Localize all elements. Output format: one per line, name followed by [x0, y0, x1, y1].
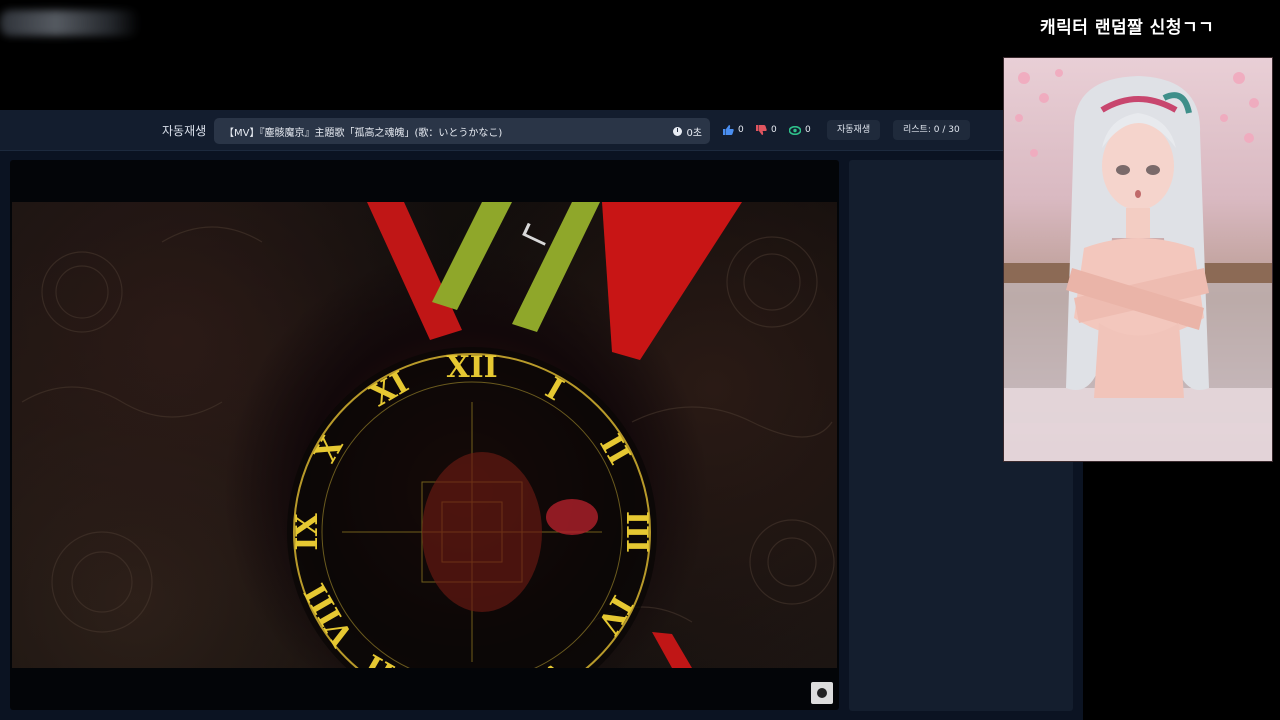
video-frame: ᄂ IIIIIIIVVVIVIIVIIIIXXXIXII	[12, 202, 837, 668]
character-image	[1003, 57, 1273, 462]
views-counter: 0	[789, 125, 811, 135]
anime-character-illustration	[1004, 69, 1272, 461]
music-video-still: ᄂ IIIIIIIVVVIVIIVIIIIXXXIXII	[21, 202, 835, 668]
dislike-counter[interactable]: 0	[756, 125, 777, 135]
channel-logo-blurred	[0, 10, 140, 36]
clock-icon	[673, 127, 683, 136]
clock-numeral: IX	[290, 513, 325, 551]
views-count: 0	[805, 125, 811, 135]
player-topbar: 자동재생 【MV】『塵骸魔京』主題歌「孤高之魂魄」(歌：いとうかなこ) 0초 0…	[0, 110, 1083, 151]
video-source-badge[interactable]	[811, 682, 833, 704]
clock-numeral: XII	[446, 350, 497, 385]
like-count: 0	[738, 125, 744, 135]
track-title: 【MV】『塵骸魔京』主題歌「孤高之魂魄」(歌：いとうかなこ)	[224, 128, 503, 139]
playlist-count-button[interactable]: 리스트: 0 / 30	[893, 120, 970, 140]
thumbs-down-icon	[756, 125, 767, 135]
eye-icon	[789, 125, 801, 135]
like-counter[interactable]: 0	[723, 125, 744, 135]
clock-numeral: III	[619, 511, 654, 553]
video-player[interactable]: ᄂ IIIIIIIVVVIVIIVIIIIXXXIXII	[10, 160, 839, 710]
autoplay-label: 자동재생	[162, 124, 207, 138]
stream-overlay-title: 캐릭터 랜덤짤 신청ㄱㄱ	[1040, 18, 1215, 38]
music-player-panel: 자동재생 【MV】『塵骸魔京』主題歌「孤高之魂魄」(歌：いとうかなこ) 0초 0…	[0, 110, 1083, 720]
timer: 0초	[673, 124, 702, 139]
timer-value: 0초	[686, 128, 702, 139]
dislike-count: 0	[771, 125, 777, 135]
now-playing-bar[interactable]: 【MV】『塵骸魔京』主題歌「孤高之魂魄」(歌：いとうかなこ) 0초	[214, 118, 710, 144]
thumbs-up-icon	[723, 125, 734, 135]
autoplay-toggle-button[interactable]: 자동재생	[827, 120, 881, 140]
